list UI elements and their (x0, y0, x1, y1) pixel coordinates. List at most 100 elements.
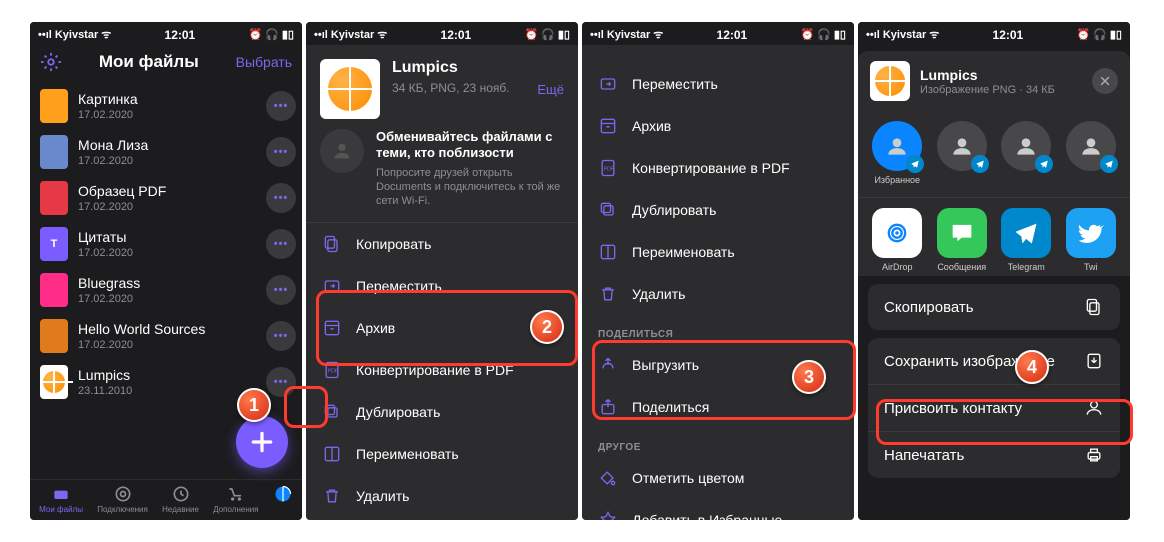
app-label: Twi (1084, 262, 1098, 272)
action-архив[interactable]: Архив (582, 105, 854, 147)
share-app[interactable]: AirDrop (872, 208, 923, 272)
screen-share-sheet: ••ılKyivstarᯤ 12:01 ⏰🎧▮▯ Lumpics Изображ… (858, 22, 1130, 520)
more-icon[interactable]: ••• (266, 275, 296, 305)
more-link[interactable]: Ещё (537, 82, 564, 97)
action-label: Добавить в Избранные (632, 512, 782, 520)
share-file-meta: Изображение PNG · 34 КБ (920, 84, 1055, 96)
file-name: Мона Лиза (78, 137, 256, 153)
share-app[interactable]: Сообщения (937, 208, 988, 272)
file-icon (40, 365, 68, 399)
file-row[interactable]: Мона Лиза17.02.2020••• (30, 129, 302, 175)
more-icon[interactable]: ••• (266, 321, 296, 351)
tab-icon (113, 484, 133, 504)
annotation-badge-3: 3 (792, 360, 826, 394)
action-icon (598, 74, 618, 94)
file-row[interactable]: TЦитаты17.02.2020••• (30, 221, 302, 267)
tab-0[interactable]: Мои файлы (39, 484, 83, 514)
action-label: Переименовать (356, 446, 459, 462)
file-name: Цитаты (78, 229, 256, 245)
share-contact[interactable] (1066, 121, 1117, 185)
share-contact[interactable] (937, 121, 988, 185)
action-label: Конвертирование в PDF (632, 160, 790, 176)
action-icon (598, 200, 618, 220)
tab-3[interactable]: Дополнения (213, 484, 258, 514)
app-icon (872, 208, 922, 258)
action-переименовать[interactable]: Переименовать (582, 231, 854, 273)
action-копировать[interactable]: Копировать (306, 223, 578, 265)
more-icon[interactable]: ••• (266, 183, 296, 213)
action-конвертирование-в-pdf[interactable]: PDF Конвертирование в PDF (306, 349, 578, 391)
action-label: Отметить цветом (632, 470, 744, 486)
more-icon[interactable]: ••• (266, 91, 296, 121)
action-переименовать[interactable]: Переименовать (306, 433, 578, 475)
more-icon[interactable]: ••• (266, 367, 296, 397)
file-meta: 34 КБ, PNG, 23 нояб. (392, 81, 525, 95)
file-icon (40, 89, 68, 123)
file-date: 17.02.2020 (78, 339, 256, 351)
action-дублировать[interactable]: Дублировать (582, 189, 854, 231)
share-contact[interactable]: Избранное (872, 121, 923, 185)
action-удалить[interactable]: Удалить (582, 273, 854, 315)
avatar (872, 121, 922, 171)
contact-label: Избранное (874, 175, 920, 185)
tab-label: Дополнения (213, 505, 258, 514)
file-row[interactable]: Hello World Sources17.02.2020••• (30, 313, 302, 359)
annotation-badge-2: 2 (530, 310, 564, 344)
tab-icon (226, 484, 246, 504)
annotation-badge-1: 1 (237, 388, 271, 422)
svg-text:PDF: PDF (328, 369, 338, 375)
file-name: Образец PDF (78, 183, 256, 199)
add-button[interactable] (236, 416, 288, 468)
share-action-сохранить-изображение[interactable]: Сохранить изображение (868, 338, 1120, 385)
share-app[interactable]: Twi (1066, 208, 1117, 272)
action-label: Переместить (632, 76, 718, 92)
action-удалить[interactable]: Удалить (306, 475, 578, 517)
tab-icon (51, 484, 71, 504)
action-icon (1084, 445, 1104, 465)
share-action-напечатать[interactable]: Напечатать (868, 432, 1120, 478)
file-name: Картинка (78, 91, 256, 107)
share-action-скопировать[interactable]: Скопировать (868, 284, 1120, 330)
tab-1[interactable]: Подключения (97, 484, 148, 514)
action-label: Скопировать (884, 299, 974, 316)
file-name: Lumpics (78, 367, 256, 383)
more-icon[interactable]: ••• (266, 137, 296, 167)
file-row[interactable]: Bluegrass17.02.2020••• (30, 267, 302, 313)
share-contact[interactable] (1001, 121, 1052, 185)
action-icon (598, 284, 618, 304)
action-icon (322, 402, 342, 422)
action-переместить[interactable]: Переместить (582, 63, 854, 105)
action-label: Выгрузить (632, 357, 699, 373)
action-icon: PDF (598, 158, 618, 178)
share-action-присвоить-контакту[interactable]: Присвоить контакту (868, 385, 1120, 432)
action-icon (322, 486, 342, 506)
action-label: Конвертирование в PDF (356, 362, 514, 378)
tab-icon (171, 484, 191, 504)
file-name: Lumpics (392, 59, 525, 77)
telegram-badge-icon (906, 155, 924, 173)
close-icon[interactable] (1092, 68, 1118, 94)
select-button[interactable]: Выбрать (236, 54, 292, 70)
status-bar: ••ılKyivstarᯤ 12:01 ⏰🎧▮▯ (306, 22, 578, 45)
more-icon[interactable]: ••• (266, 229, 296, 259)
screen-my-files: ••ılKyivstarᯤ 12:01 ⏰🎧▮▯ Мои файлы Выбра… (30, 22, 302, 520)
action-label: Переместить (356, 278, 442, 294)
gear-icon[interactable] (40, 51, 62, 73)
file-row[interactable]: Картинка17.02.2020••• (30, 83, 302, 129)
share-file-name: Lumpics (920, 67, 1055, 83)
action-конвертирование-в-pdf[interactable]: PDF Конвертирование в PDF (582, 147, 854, 189)
action-icon (322, 276, 342, 296)
file-row[interactable]: Образец PDF17.02.2020••• (30, 175, 302, 221)
action-добавить-в-избранные[interactable]: Добавить в Избранные (582, 499, 854, 520)
app-icon (1001, 208, 1051, 258)
tab-2[interactable]: Недавние (162, 484, 199, 514)
tab-label: Недавние (162, 505, 199, 514)
file-icon (40, 181, 68, 215)
action-дублировать[interactable]: Дублировать (306, 391, 578, 433)
tab-4[interactable] (273, 484, 293, 514)
action-отметить-цветом[interactable]: Отметить цветом (582, 457, 854, 499)
action-icon (598, 355, 618, 375)
action-icon (322, 234, 342, 254)
share-app[interactable]: Telegram (1001, 208, 1052, 272)
action-переместить[interactable]: Переместить (306, 265, 578, 307)
